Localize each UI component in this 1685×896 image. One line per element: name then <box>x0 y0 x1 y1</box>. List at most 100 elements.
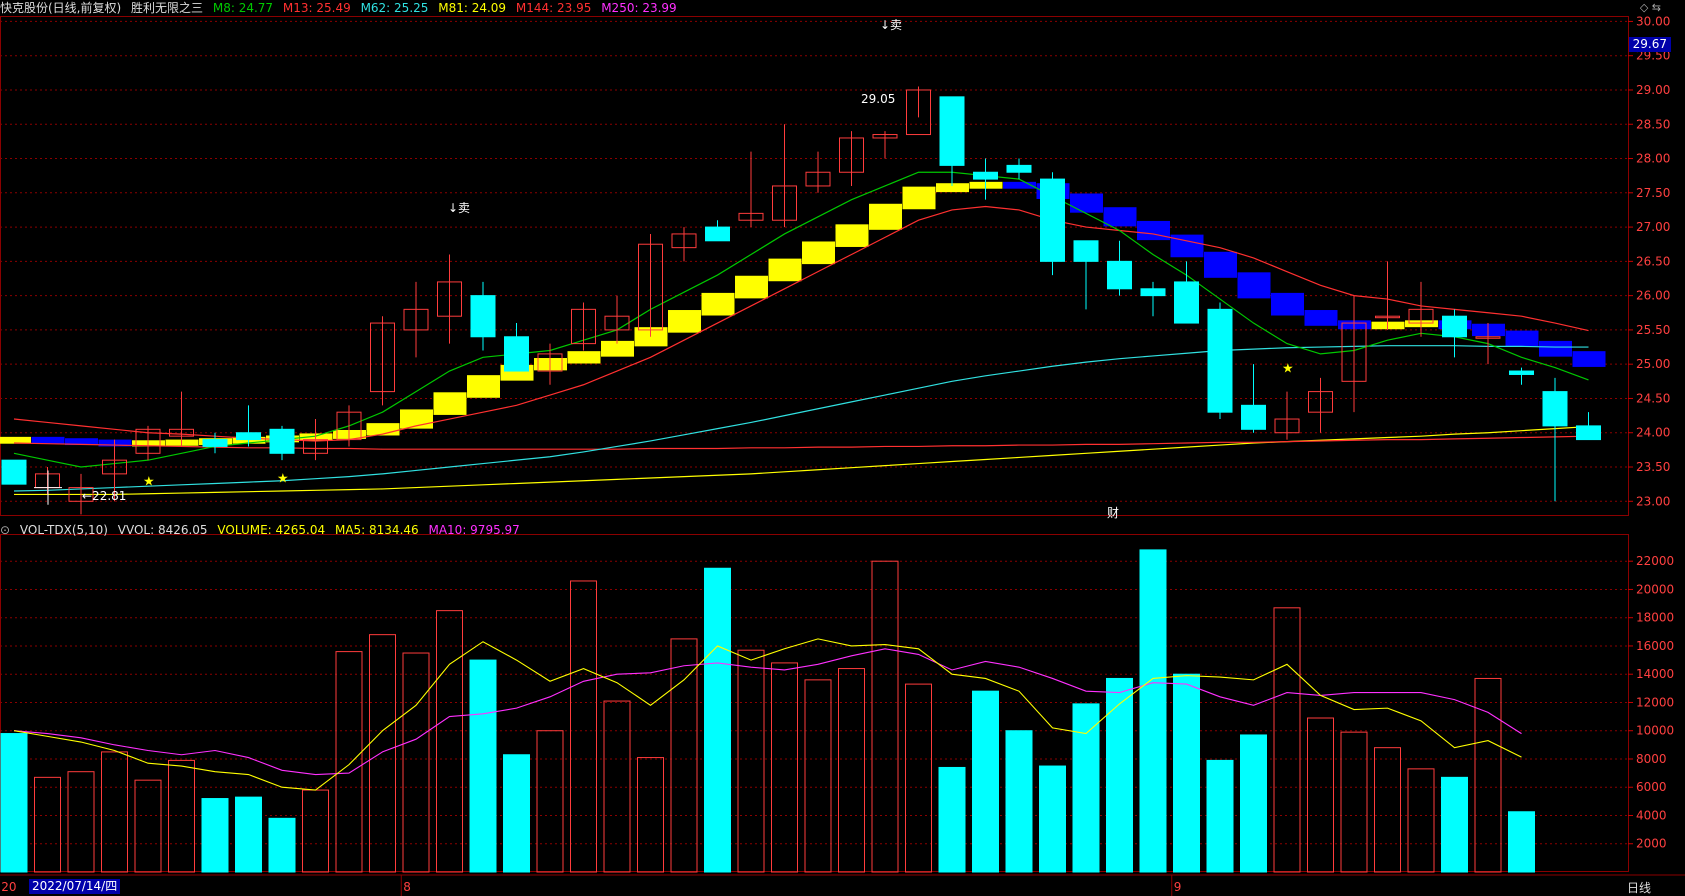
candle-body <box>1442 315 1467 338</box>
star-signal-icon: ★ <box>1282 362 1294 377</box>
trend-ribbon-block <box>902 186 936 210</box>
candle-body <box>1576 425 1601 441</box>
volume-bar <box>570 580 597 873</box>
candle-body <box>973 171 998 180</box>
ma62-line <box>13 345 1589 492</box>
vma10-value: MA10: 9795.97 <box>428 523 520 537</box>
volume-bar <box>938 766 966 873</box>
candle-body <box>1542 391 1568 427</box>
volume-bar <box>704 567 731 873</box>
candle-body <box>1073 240 1099 262</box>
volume-bar <box>1340 731 1368 873</box>
volume-tick-label: 16000 <box>1636 639 1674 653</box>
candle-body <box>939 96 965 166</box>
trend-ribbon-block <box>1204 251 1237 278</box>
volume-bar <box>603 700 631 873</box>
volume-bar <box>1005 730 1033 873</box>
trend-ribbon-block <box>1103 207 1137 227</box>
price-panel-header: 快克股份(日线,前复权) 胜利无限之三 M8: 24.77 M13: 25.49… <box>0 0 683 16</box>
trend-ribbon-block <box>735 275 768 299</box>
price-tick-label: 26.00 <box>1636 289 1670 303</box>
price-tick-label: 28.00 <box>1636 152 1670 166</box>
star-signal-icon: ★ <box>143 475 155 490</box>
volume-bar <box>134 779 162 873</box>
low-price-label: ←22.81 <box>82 489 127 503</box>
trend-ribbon-block <box>768 258 802 282</box>
volume-bar <box>1206 759 1234 873</box>
trend-ribbon-block <box>802 241 835 265</box>
ma250-value: M250: 23.99 <box>601 1 677 15</box>
trend-ribbon-block <box>1539 340 1572 357</box>
volume-bar <box>1173 673 1200 873</box>
trend-ribbon-block <box>31 436 65 444</box>
volume-tick-label: 22000 <box>1636 554 1674 568</box>
volume-bar <box>838 668 865 873</box>
volume-bar <box>0 733 28 873</box>
price-tick-label: 28.50 <box>1636 117 1670 131</box>
price-tick-label: 29.00 <box>1636 83 1670 97</box>
ma144-value: M144: 23.95 <box>515 1 592 15</box>
candle-body <box>236 432 261 441</box>
volume-bar <box>1441 776 1468 873</box>
candle-body <box>1107 260 1132 290</box>
price-tick-label: 23.50 <box>1636 460 1670 474</box>
volume-bar <box>1139 549 1167 873</box>
trend-ribbon-block <box>1271 292 1304 316</box>
window-controls[interactable]: ◇ ⇆ <box>1640 1 1661 14</box>
candle-body <box>1006 164 1032 173</box>
volume-bar <box>1273 607 1301 873</box>
volume-ma5-line <box>13 638 1522 791</box>
volume-bar <box>536 730 564 873</box>
volume-tick-label: 20000 <box>1636 582 1674 596</box>
volume-bar <box>1374 747 1401 873</box>
candle-body <box>1509 370 1534 375</box>
volume-bar <box>1072 703 1100 873</box>
volume-bar <box>201 798 229 873</box>
volume-indicator-name: VOL-TDX(5,10) <box>19 523 108 537</box>
volume-bar <box>168 759 195 873</box>
volume-bar <box>235 796 262 873</box>
date-badge: 2022/07/14/四 <box>29 879 121 894</box>
volume-bar <box>1508 811 1535 873</box>
candle-body <box>269 428 295 454</box>
x-tick-label: 9 <box>1174 880 1182 894</box>
price-tick-label: 23.00 <box>1636 494 1670 508</box>
trend-ribbon-block <box>467 375 500 398</box>
volume-bar <box>1474 677 1502 873</box>
volume-tick-label: 10000 <box>1636 724 1674 738</box>
volume-bar <box>34 776 61 873</box>
volume-bar <box>771 662 798 873</box>
volume-bar <box>972 690 999 873</box>
volume-ma10-line <box>13 648 1522 776</box>
volume-bar <box>503 754 530 873</box>
volume-bar <box>670 638 698 873</box>
star-signal-icon: ★ <box>277 471 289 486</box>
ma81-value: M81: 24.09 <box>438 1 507 15</box>
price-tick-label: 27.50 <box>1636 186 1670 200</box>
volume-bar <box>1407 768 1435 873</box>
price-tick-label: 24.50 <box>1636 391 1670 405</box>
trend-ribbon-block <box>1070 193 1103 213</box>
candle-body <box>470 295 496 338</box>
price-tick-label: 25.00 <box>1636 357 1670 371</box>
stock-chart[interactable]: 30.0029.5029.0028.5028.0027.5027.0026.50… <box>0 0 1685 896</box>
finance-marker: 财 <box>1107 506 1120 520</box>
period-label[interactable]: 日线 <box>1627 879 1651 896</box>
candle-body <box>705 226 730 242</box>
trend-ribbon-block <box>1137 220 1170 241</box>
collapse-icon[interactable]: ⊙ <box>0 523 10 537</box>
volume-tick-label: 18000 <box>1636 611 1674 625</box>
volume-bar <box>101 751 128 873</box>
x-tick-label: 8 <box>403 880 411 894</box>
high-price-label: 29.05 <box>861 92 896 106</box>
price-tick-label: 30.00 <box>1636 14 1670 28</box>
volume-tick-label: 4000 <box>1636 808 1667 822</box>
price-tick-label: 26.50 <box>1636 254 1670 268</box>
volume-bar <box>1307 717 1334 873</box>
volume-tick-label: 6000 <box>1636 780 1667 794</box>
candle-body <box>1207 308 1233 413</box>
volume-bar <box>1240 734 1267 873</box>
volume-panel-header: ⊙ VOL-TDX(5,10) VVOL: 8426.05 VOLUME: 42… <box>0 522 526 538</box>
candle-body <box>504 336 529 372</box>
sell-signal-mid: ↓卖 <box>448 201 471 215</box>
